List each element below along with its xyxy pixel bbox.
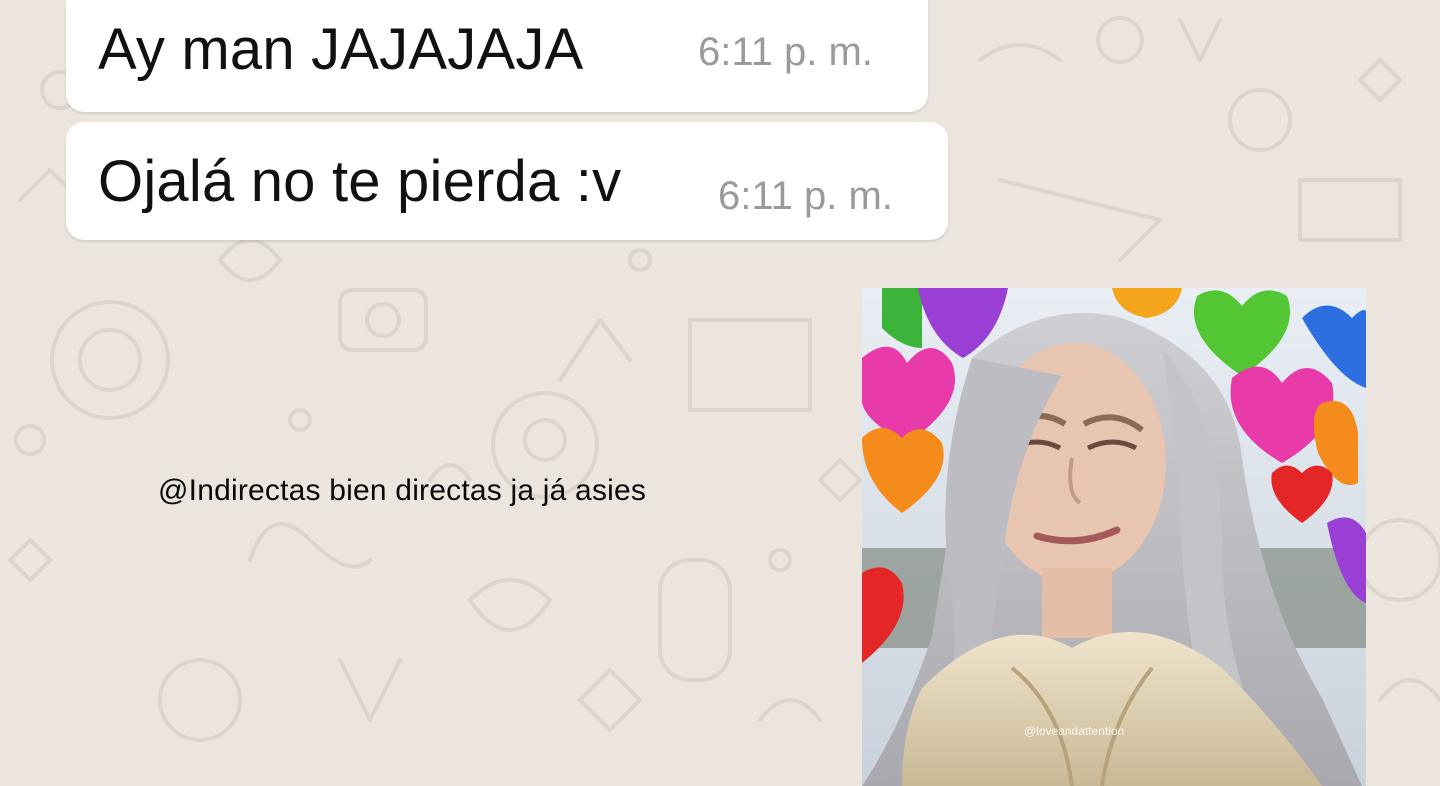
bubble-tail (52, 0, 66, 2)
message-text: Ay man JAJAJAJA (98, 17, 584, 82)
message-timestamp: 6:11 p. m. (698, 30, 873, 74)
message-bubble-2[interactable]: Ojalá no te pierda :v 6:11 p. m. (66, 122, 948, 240)
meme-caption: @Indirectas bien directas ja já asies (158, 474, 647, 507)
meme-image (862, 288, 1366, 786)
meme-watermark: @loveandattention (1024, 724, 1125, 738)
message-bubble-1[interactable]: Ay man JAJAJAJA 6:11 p. m. (52, 0, 928, 112)
message-timestamp: 6:11 p. m. (718, 174, 893, 218)
message-text: Ojalá no te pierda :v (98, 149, 622, 214)
